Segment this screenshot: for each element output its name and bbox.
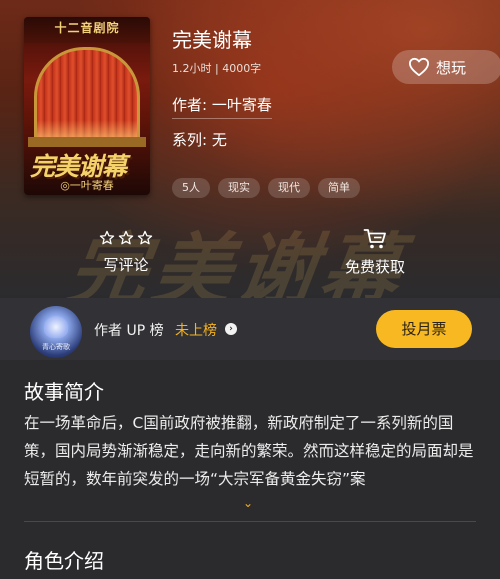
book-cover[interactable]: 十二音剧院 完美谢幕 ◎一叶寄春 [24,17,150,195]
want-to-play-button[interactable]: 想玩 [392,50,500,84]
cover-theater-sign: 十二音剧院 [54,21,120,35]
star-outline-icon [137,230,153,245]
section-divider [24,521,476,522]
tag-chip[interactable]: 现代 [268,178,310,198]
synopsis-title: 故事简介 [24,380,104,404]
heart-outline-icon [408,57,429,77]
star-outline-icon [118,230,134,245]
write-review-button[interactable]: 写评论 [92,228,160,275]
author-avatar[interactable]: 青心寄歌 [30,306,82,358]
author-link[interactable]: 作者: 一叶寄春 [172,94,272,119]
cart-icon [363,229,386,249]
tag-chip[interactable]: 5人 [172,178,210,198]
write-review-label: 写评论 [103,256,149,274]
free-get-button[interactable]: 免费获取 [334,228,416,277]
cover-author: ◎一叶寄春 [60,179,114,192]
review-stars [99,228,153,248]
up-ranking-status[interactable]: 未上榜 [175,320,217,340]
chevron-right-icon[interactable]: › [225,323,237,335]
synopsis-text: 在一场革命后，C国前政府被推翻，新政府制定了一系列新的国策，国内局势渐渐稳定，走… [24,414,474,488]
avatar-caption: 青心寄歌 [42,343,70,351]
tag-chip[interactable]: 简单 [318,178,360,198]
series-label: 系列: 无 [172,131,227,149]
lotus-icon [44,316,68,338]
book-meta: 1.2小时 | 4000字 [172,62,262,75]
star-outline-icon [99,230,115,245]
book-title: 完美谢幕 [172,28,252,52]
want-to-play-label: 想玩 [436,58,467,77]
chevron-down-icon[interactable]: ⌄ [243,496,253,510]
free-get-label: 免费获取 [344,258,405,276]
tag-chip[interactable]: 现实 [218,178,260,198]
up-ranking-label: 作者 UP 榜 [94,323,164,339]
cover-curtain [34,47,140,141]
tag-list: 5人 现实 现代 简单 [172,178,360,198]
roles-title: 角色介绍 [24,549,104,573]
monthly-vote-button[interactable]: 投月票 [376,310,472,348]
